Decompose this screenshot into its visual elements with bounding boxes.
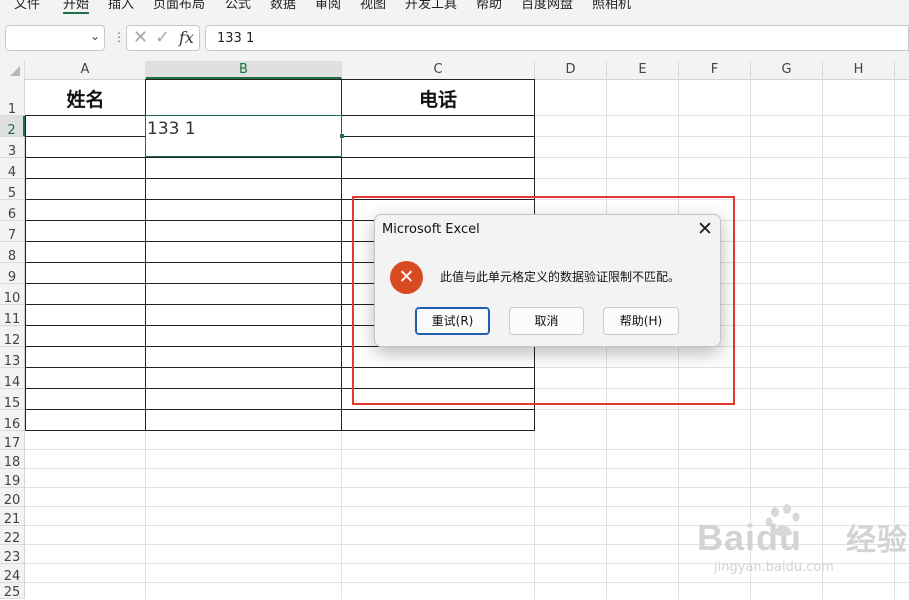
- row-header-16[interactable]: 16: [0, 410, 25, 432]
- row-header-21[interactable]: 21: [0, 507, 25, 527]
- menu-camera[interactable]: 照相机: [592, 0, 631, 12]
- ribbon-menu-bar: 文件 开始 插入 页面布局 公式 数据 审阅 视图 开发工具 帮助 百度网盘 照…: [0, 0, 909, 14]
- retry-button[interactable]: 重试(R): [415, 307, 490, 335]
- row-header-25[interactable]: 25: [0, 583, 25, 600]
- menu-developer[interactable]: 开发工具: [405, 0, 457, 12]
- column-header-e[interactable]: E: [607, 61, 679, 79]
- cell-c1[interactable]: 电话: [342, 80, 534, 115]
- menu-formulas[interactable]: 公式: [225, 0, 251, 12]
- menu-review[interactable]: 审阅: [315, 0, 341, 12]
- row-header-5[interactable]: 5: [0, 179, 25, 201]
- cell-b1[interactable]: [146, 80, 341, 115]
- baidu-paw-icon: [765, 504, 800, 536]
- row-header-22[interactable]: 22: [0, 526, 25, 546]
- row-header-2[interactable]: 2: [0, 116, 25, 138]
- row-header-1[interactable]: 1: [0, 79, 25, 117]
- row-header-24[interactable]: 24: [0, 564, 25, 584]
- row-header-14[interactable]: 14: [0, 368, 25, 390]
- row-header-8[interactable]: 8: [0, 242, 25, 264]
- row-header-23[interactable]: 23: [0, 545, 25, 565]
- menu-page-layout[interactable]: 页面布局: [153, 0, 205, 12]
- column-header-h[interactable]: H: [823, 61, 895, 79]
- row-header-6[interactable]: 6: [0, 200, 25, 222]
- close-icon[interactable]: ✕: [697, 218, 713, 240]
- menu-view[interactable]: 视图: [360, 0, 386, 12]
- column-header-f[interactable]: F: [679, 61, 751, 79]
- help-button[interactable]: 帮助(H): [603, 307, 679, 335]
- cancel-icon[interactable]: ✕: [133, 27, 148, 48]
- cell-a1[interactable]: 姓名: [26, 80, 145, 115]
- cancel-button[interactable]: 取消: [509, 307, 584, 335]
- dialog-title: Microsoft Excel: [382, 222, 480, 237]
- row-header-20[interactable]: 20: [0, 488, 25, 508]
- column-header-a[interactable]: A: [25, 61, 146, 79]
- column-header-b[interactable]: B: [146, 61, 342, 79]
- chevron-down-icon[interactable]: ⌄: [90, 29, 100, 43]
- menu-home[interactable]: 开始: [63, 0, 90, 14]
- menu-baidu-netdisk[interactable]: 百度网盘: [521, 0, 573, 12]
- menu-help[interactable]: 帮助: [476, 0, 502, 12]
- insert-function-icon[interactable]: fx: [179, 28, 194, 47]
- menu-insert[interactable]: 插入: [108, 0, 134, 12]
- enter-check-icon[interactable]: ✓: [155, 27, 170, 48]
- column-header-d[interactable]: D: [535, 61, 607, 79]
- fill-handle[interactable]: [340, 134, 344, 138]
- menu-file[interactable]: 文件: [14, 0, 40, 12]
- menu-data[interactable]: 数据: [270, 0, 296, 12]
- formula-input[interactable]: 133 1: [205, 25, 909, 51]
- dialog-message: 此值与此单元格定义的数据验证限制不匹配。: [440, 270, 681, 284]
- more-options-icon[interactable]: ⋮: [113, 30, 125, 44]
- row-header-9[interactable]: 9: [0, 263, 25, 285]
- row-header-19[interactable]: 19: [0, 469, 25, 489]
- row-header-18[interactable]: 18: [0, 450, 25, 470]
- column-header-c[interactable]: C: [342, 61, 535, 79]
- row-header-15[interactable]: 15: [0, 389, 25, 411]
- row-header-4[interactable]: 4: [0, 158, 25, 180]
- row-header-11[interactable]: 11: [0, 305, 25, 327]
- select-all-triangle-icon: [10, 66, 20, 76]
- row-header-17[interactable]: 17: [0, 431, 25, 451]
- row-header-10[interactable]: 10: [0, 284, 25, 306]
- watermark-url: jingyan.baidu.com: [714, 560, 834, 575]
- row-header-7[interactable]: 7: [0, 221, 25, 243]
- row-header-12[interactable]: 12: [0, 326, 25, 348]
- row-header-3[interactable]: 3: [0, 137, 25, 159]
- row-header-13[interactable]: 13: [0, 347, 25, 369]
- cell-b2-value: 133 1: [147, 119, 196, 139]
- error-x-icon: ✕: [390, 261, 423, 294]
- column-header-g[interactable]: G: [751, 61, 823, 79]
